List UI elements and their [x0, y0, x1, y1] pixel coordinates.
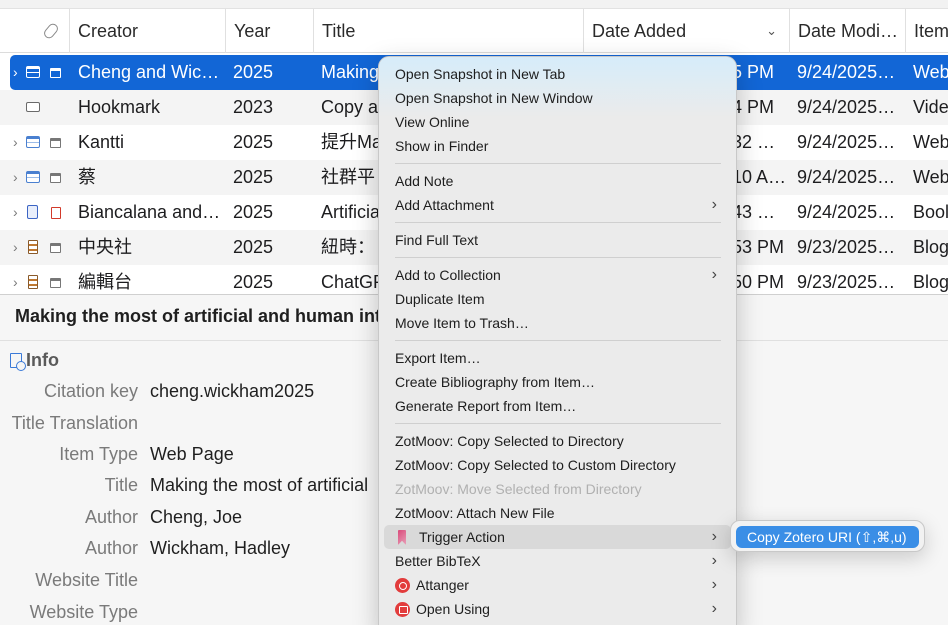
web-page-icon: [26, 66, 40, 78]
menu-item-zotmoov-attach-new-file[interactable]: ZotMoov: Attach New File: [384, 501, 731, 525]
menu-item-show-in-finder[interactable]: Show in Finder: [384, 134, 731, 158]
menu-separator: [395, 257, 721, 258]
pdf-icon[interactable]: [51, 207, 61, 219]
menu-item-move-to-trash[interactable]: Move Item to Trash…: [384, 311, 731, 335]
toolbar-strip: [0, 0, 948, 9]
chevron-right-icon[interactable]: ›: [13, 265, 18, 294]
info-section-icon: [10, 353, 26, 371]
web-page-icon: [26, 171, 40, 183]
menu-item-attanger[interactable]: Attanger ›: [384, 573, 731, 597]
web-page-icon: [26, 136, 40, 148]
submenu-item-copy-zotero-uri[interactable]: Copy Zotero URI (⇧,⌘,u): [736, 526, 919, 548]
menu-item-zotmoov-copy-to-custom-directory[interactable]: ZotMoov: Copy Selected to Custom Directo…: [384, 453, 731, 477]
bookmark-icon: [398, 530, 406, 545]
chevron-right-icon[interactable]: ›: [13, 160, 18, 195]
table-header: Creator Year Title Date Added ⌄ Date Mod…: [0, 9, 948, 53]
attachment-column-header[interactable]: [42, 9, 68, 53]
paperclip-icon: [42, 21, 60, 41]
menu-item-add-attachment[interactable]: Add Attachment ›: [384, 193, 731, 217]
chevron-right-icon: ›: [711, 576, 717, 593]
menu-item-open-using[interactable]: Open Using ›: [384, 597, 731, 621]
menu-item-find-full-text[interactable]: Find Full Text: [384, 228, 731, 252]
video-icon: [26, 102, 40, 112]
book-icon: [27, 205, 38, 219]
snapshot-icon[interactable]: [50, 68, 61, 78]
column-header-date-added[interactable]: Date Added ⌄: [583, 9, 789, 53]
attanger-icon: [395, 578, 410, 593]
chevron-right-icon: ›: [711, 196, 717, 213]
open-using-icon: [395, 602, 410, 617]
chevron-right-icon[interactable]: ›: [13, 125, 18, 160]
snapshot-icon[interactable]: [50, 138, 61, 148]
menu-item-view-online[interactable]: View Online: [384, 110, 731, 134]
item-pane-title: Making the most of artificial and human …: [15, 306, 392, 326]
column-header-item-type[interactable]: Item: [905, 9, 948, 53]
chevron-right-icon: ›: [711, 528, 717, 545]
blog-post-icon: [28, 275, 38, 289]
menu-separator: [395, 222, 721, 223]
menu-item-better-bibtex[interactable]: Better BibTeX ›: [384, 549, 731, 573]
menu-item-zotmoov-copy-to-directory[interactable]: ZotMoov: Copy Selected to Directory: [384, 429, 731, 453]
menu-item-duplicate-item[interactable]: Duplicate Item: [384, 287, 731, 311]
menu-separator: [395, 423, 721, 424]
info-section-header[interactable]: Info: [10, 348, 59, 372]
snapshot-icon[interactable]: [50, 243, 61, 253]
chevron-down-icon: ⌄: [766, 23, 777, 38]
chevron-right-icon: ›: [711, 266, 717, 283]
snapshot-icon[interactable]: [50, 173, 61, 183]
chevron-right-icon[interactable]: ›: [13, 55, 18, 90]
menu-item-zotmoov-move-from-directory: ZotMoov: Move Selected from Directory: [395, 481, 642, 497]
menu-item-create-bibliography[interactable]: Create Bibliography from Item…: [384, 370, 731, 394]
chevron-right-icon[interactable]: ›: [13, 230, 18, 265]
menu-separator: [395, 163, 721, 164]
column-header-title[interactable]: Title: [313, 9, 583, 53]
blog-post-icon: [28, 240, 38, 254]
snapshot-icon[interactable]: [50, 278, 61, 288]
column-header-date-modified[interactable]: Date Modi…: [789, 9, 905, 53]
chevron-right-icon: ›: [711, 600, 717, 617]
menu-separator: [395, 340, 721, 341]
context-menu: Open Snapshot in New Tab Open Snapshot i…: [378, 56, 737, 625]
menu-item-add-to-collection[interactable]: Add to Collection ›: [384, 263, 731, 287]
chevron-right-icon[interactable]: ›: [13, 195, 18, 230]
menu-item-export-item[interactable]: Export Item…: [384, 346, 731, 370]
chevron-right-icon: ›: [711, 552, 717, 569]
menu-item-open-snapshot-new-tab[interactable]: Open Snapshot in New Tab: [384, 62, 731, 86]
menu-item-trigger-action[interactable]: Trigger Action ›: [384, 525, 731, 549]
trigger-action-submenu: Copy Zotero URI (⇧,⌘,u): [730, 520, 925, 552]
menu-item-open-snapshot-new-window[interactable]: Open Snapshot in New Window: [384, 86, 731, 110]
column-header-year[interactable]: Year: [225, 9, 313, 53]
column-header-creator[interactable]: Creator: [69, 9, 225, 53]
menu-item-generate-report[interactable]: Generate Report from Item…: [384, 394, 731, 418]
menu-item-add-note[interactable]: Add Note: [384, 169, 731, 193]
